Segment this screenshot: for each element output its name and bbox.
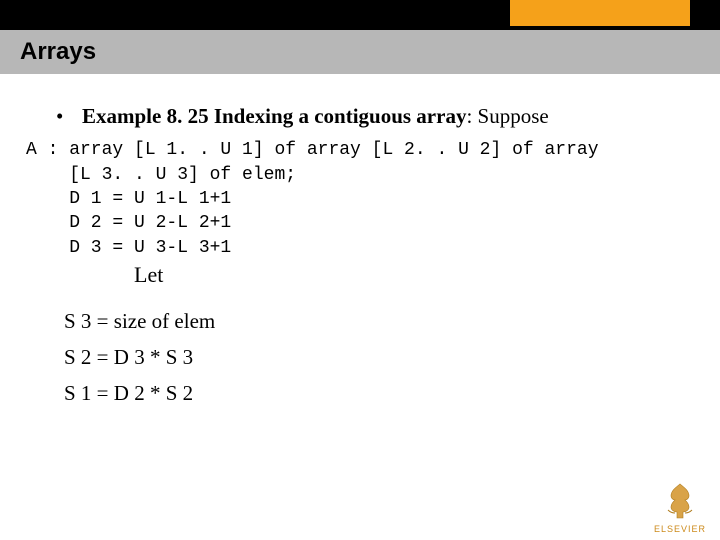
example-heading-tail: : Suppose	[466, 104, 548, 128]
example-heading-bold: Example 8. 25 Indexing a contiguous arra…	[82, 104, 466, 128]
code-line-2: [L 3. . U 3] of elem;	[26, 165, 296, 185]
slide: Arrays Example 8. 25 Indexing a contiguo…	[0, 0, 720, 540]
let-word: Let	[134, 262, 163, 287]
serif-lines: S 3 = size of elem S 2 = D 3 * S 3 S 1 =…	[64, 304, 684, 411]
s2-line: S 2 = D 3 * S 3	[64, 340, 684, 376]
code-line-4: D 2 = U 2-L 2+1	[26, 213, 231, 233]
code-line-5: D 3 = U 3-L 3+1	[26, 238, 231, 258]
top-orange-stripe	[510, 0, 690, 26]
code-block: A : array [L 1. . U 1] of array [L 2. . …	[26, 138, 684, 290]
elsevier-logo: ELSEVIER	[654, 480, 706, 534]
tree-icon	[658, 480, 702, 522]
code-line-3: D 1 = U 1-L 1+1	[26, 189, 231, 209]
page-title: Arrays	[20, 38, 96, 66]
title-band: Arrays	[0, 30, 720, 74]
code-line-1: A : array [L 1. . U 1] of array [L 2. . …	[26, 140, 599, 160]
content-area: Example 8. 25 Indexing a contiguous arra…	[0, 74, 720, 411]
s1-line: S 1 = D 2 * S 2	[64, 376, 684, 412]
s3-line: S 3 = size of elem	[64, 304, 684, 340]
logo-text: ELSEVIER	[654, 524, 706, 534]
example-heading-item: Example 8. 25 Indexing a contiguous arra…	[56, 102, 684, 130]
bullet-list: Example 8. 25 Indexing a contiguous arra…	[56, 102, 684, 130]
